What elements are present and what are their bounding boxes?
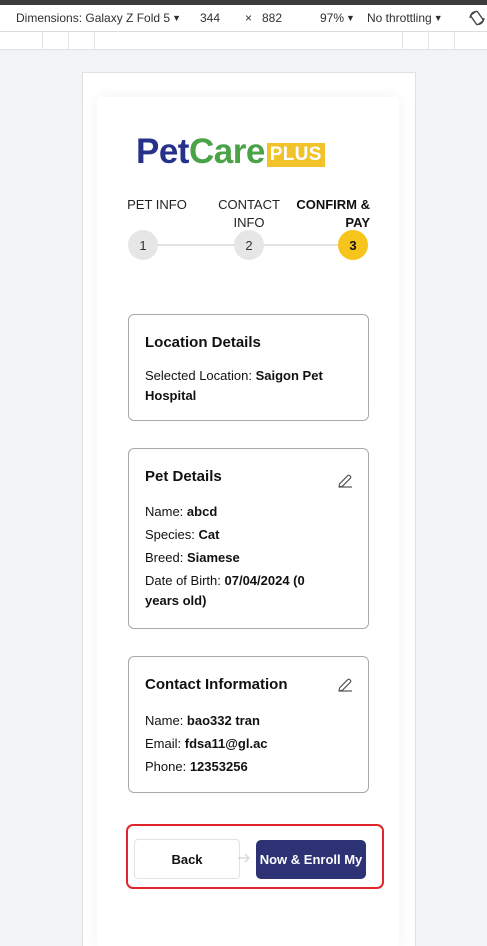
- edit-pet-icon[interactable]: [337, 473, 353, 489]
- pet-details-title: Pet Details: [145, 468, 222, 485]
- pet-dob-value-cont: years old): [145, 593, 207, 608]
- times-separator: ×: [245, 11, 253, 25]
- pet-breed-row: Breed: Siamese: [145, 548, 352, 568]
- pet-dob-row: Date of Birth: 07/04/2024 (0: [145, 571, 352, 591]
- media-query-ruler: [0, 32, 487, 50]
- height-input[interactable]: 882: [262, 11, 282, 25]
- pet-name-row: Name: abcd: [145, 502, 352, 522]
- confirm-enroll-button[interactable]: Now & Enroll My: [256, 840, 366, 879]
- logo-care-text: Care: [188, 132, 265, 171]
- step-circle-2: 2: [234, 230, 264, 260]
- pet-dob-value: 07/04/2024 (0: [224, 573, 305, 588]
- pet-dob-row-cont: years old): [145, 591, 352, 611]
- selected-location-value: Saigon Pet: [255, 368, 323, 383]
- contact-name-value: bao332 tran: [186, 713, 260, 728]
- logo-pet-text: Pet: [136, 132, 189, 171]
- step-label-confirm-pay: CONFIRM & PAY: [285, 196, 370, 232]
- contact-name-label: Name:: [145, 713, 184, 728]
- width-input[interactable]: 344: [200, 11, 220, 25]
- step-label-pet-info: PET INFO: [127, 197, 187, 212]
- contact-name-row: Name: bao332 tran: [145, 711, 352, 731]
- device-dimensions-select[interactable]: Dimensions: Galaxy Z Fold 5 ▼: [16, 11, 181, 25]
- selected-location-row-cont: Hospital: [145, 386, 352, 406]
- devtools-toolbar: Dimensions: Galaxy Z Fold 5 ▼ 344 × 882 9…: [0, 5, 487, 32]
- step-label-line: CONFIRM &: [296, 197, 370, 212]
- step-label-line: PAY: [345, 215, 370, 230]
- location-details-title: Location Details: [145, 334, 261, 351]
- selected-location-value-cont: Hospital: [145, 388, 197, 403]
- step-label-line: CONTACT: [218, 197, 280, 212]
- zoom-label: 97%: [320, 11, 345, 25]
- contact-information-title: Contact Information: [145, 676, 288, 693]
- selected-location-row: Selected Location: Saigon Pet: [145, 366, 352, 386]
- zoom-select[interactable]: 97% ▼: [320, 11, 355, 25]
- edit-contact-icon[interactable]: [337, 677, 353, 693]
- step-circle-1: 1: [128, 230, 158, 260]
- contact-phone-label: Phone:: [145, 759, 187, 774]
- dropdown-caret-icon: ▼: [172, 13, 181, 23]
- dropdown-caret-icon: ▼: [346, 13, 355, 23]
- contact-phone-row: Phone: 12353256: [145, 757, 352, 777]
- contact-phone-value: 12353256: [189, 759, 248, 774]
- pet-species-row: Species: Cat: [145, 525, 352, 545]
- contact-email-value: fdsa11@gl.ac: [184, 736, 268, 751]
- pet-breed-label: Breed:: [145, 550, 184, 565]
- contact-information-card: Contact Information Name: bao332 tran Em…: [128, 656, 369, 793]
- pet-name-label: Name:: [145, 504, 184, 519]
- pet-species-label: Species:: [145, 527, 195, 542]
- pet-details-card: Pet Details Name: abcd Species: Cat Bree…: [128, 448, 369, 629]
- device-dimensions-label: Dimensions: Galaxy Z Fold 5: [16, 11, 171, 25]
- pet-species-value: Cat: [198, 527, 220, 542]
- dropdown-caret-icon: ▼: [433, 13, 443, 23]
- rotate-icon[interactable]: [468, 9, 486, 27]
- step-circle-3: 3: [338, 230, 368, 260]
- pet-dob-label: Date of Birth:: [145, 573, 221, 588]
- contact-email-row: Email: fdsa11@gl.ac: [145, 734, 352, 754]
- throttling-select[interactable]: No throttling ▼: [367, 11, 443, 25]
- petcare-plus-logo: Pet Care PLUS: [136, 134, 325, 170]
- contact-email-label: Email:: [145, 736, 182, 751]
- cursor-arrow-icon: [238, 853, 251, 863]
- logo-plus-badge: PLUS: [266, 143, 325, 167]
- step-connector: [264, 244, 339, 246]
- step-label-contact-info: CONTACT INFO: [210, 196, 288, 232]
- back-button[interactable]: Back: [134, 839, 240, 879]
- step-connector: [158, 244, 234, 246]
- pet-name-value: abcd: [186, 504, 218, 519]
- throttling-label: No throttling: [367, 11, 432, 25]
- selected-location-label: Selected Location:: [145, 368, 252, 383]
- pet-breed-value: Siamese: [186, 550, 240, 565]
- location-details-card: Location Details Selected Location: Saig…: [128, 314, 369, 421]
